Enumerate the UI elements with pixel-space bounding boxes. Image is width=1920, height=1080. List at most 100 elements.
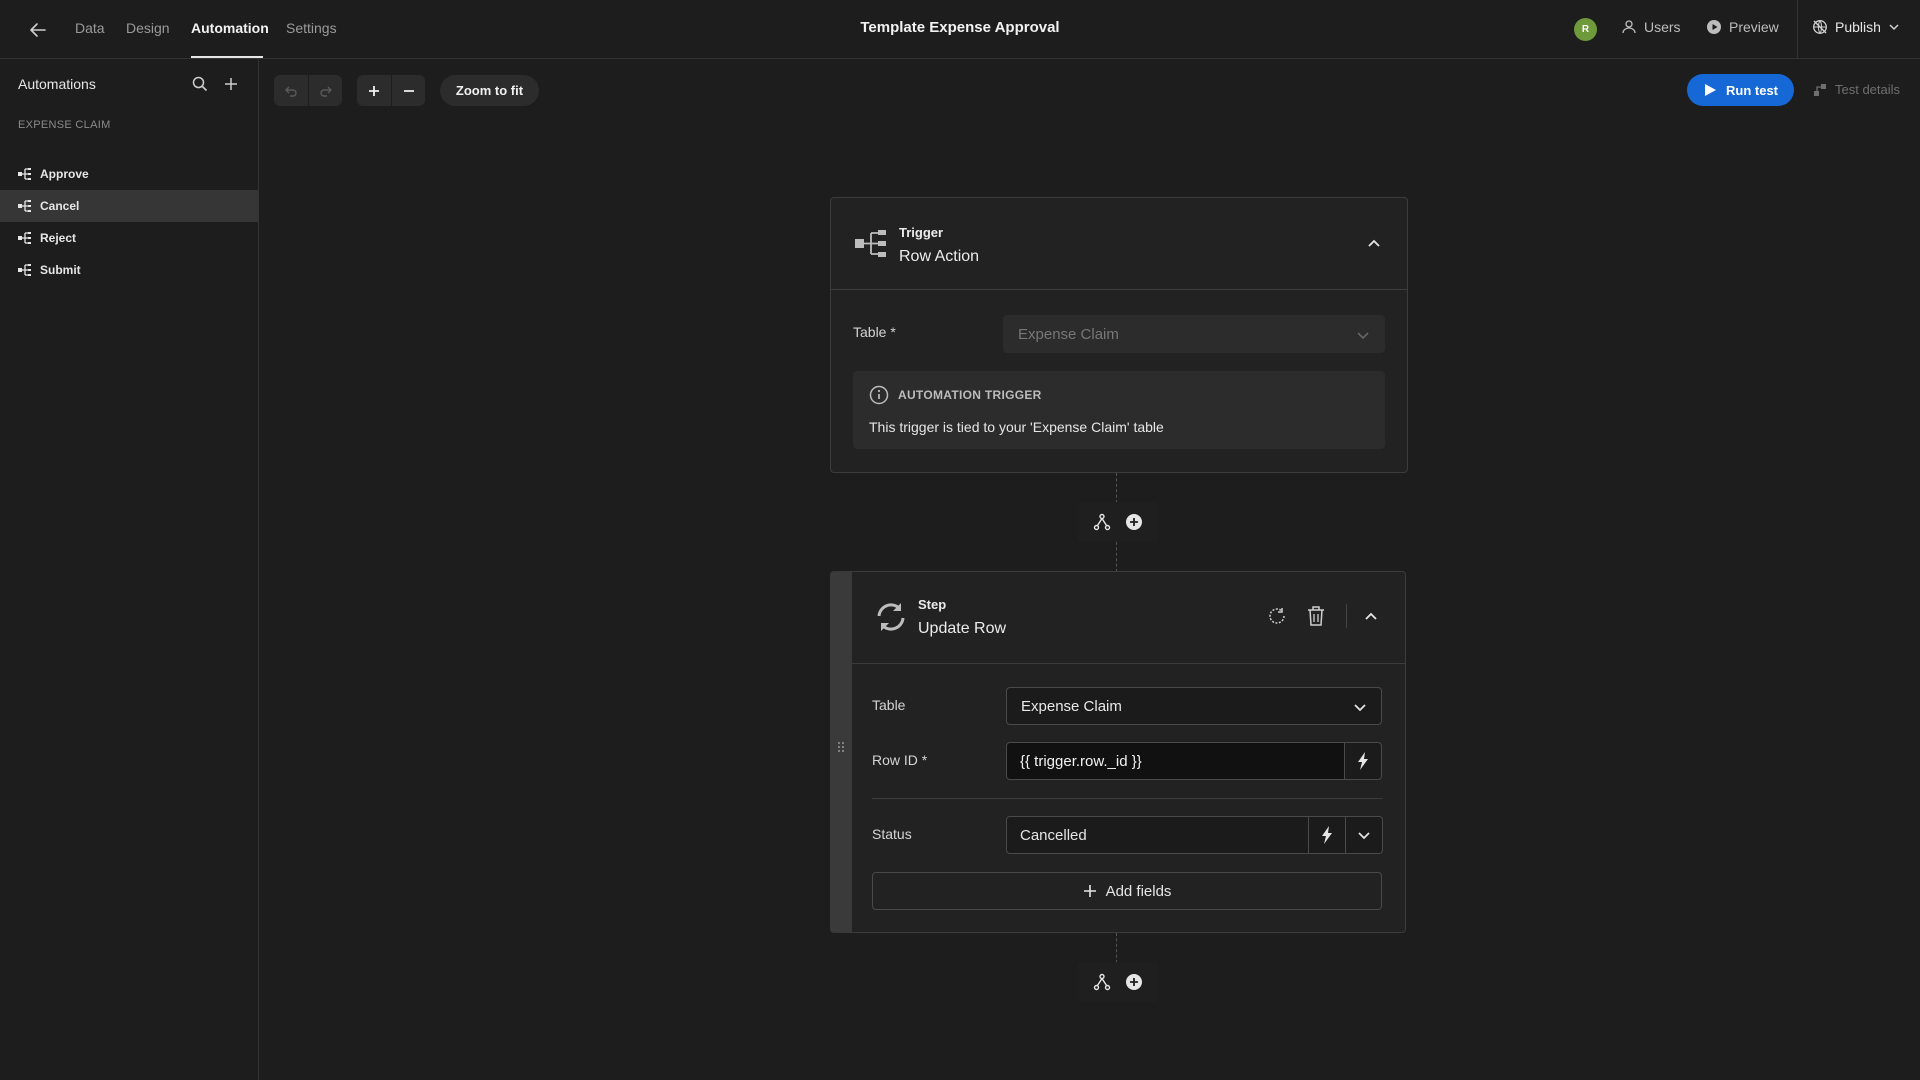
status-label: Status	[872, 826, 912, 842]
app-title: Template Expense Approval	[860, 19, 1060, 36]
sync-icon	[874, 600, 908, 634]
automation-flow-icon	[855, 230, 887, 258]
sidebar-title: Automations	[18, 76, 96, 92]
step-title: Update Row	[918, 620, 1007, 637]
test-details-label: Test details	[1835, 82, 1901, 97]
avatar[interactable]: R	[1574, 18, 1597, 41]
users-button[interactable]: Users	[1621, 19, 1681, 35]
search-icon[interactable]	[191, 75, 209, 93]
connector-line	[1116, 933, 1117, 963]
play-icon	[1703, 83, 1717, 97]
refresh-icon[interactable]	[1266, 605, 1288, 627]
flow-arrow-icon	[1813, 83, 1827, 97]
chevron-down-icon	[1353, 700, 1367, 714]
status-select[interactable]: Cancelled	[1006, 816, 1309, 854]
history-controls	[274, 75, 342, 106]
step-table-select[interactable]: Expense Claim	[1006, 687, 1382, 725]
run-test-label: Run test	[1726, 82, 1778, 98]
row-id-input[interactable]: {{ trigger.row._id }}	[1006, 742, 1345, 780]
tab-automation[interactable]: Automation	[191, 20, 269, 36]
step-kicker: Step	[918, 597, 947, 612]
bind-value-button[interactable]	[1344, 742, 1382, 780]
lightning-icon	[1357, 752, 1369, 770]
publish-label: Publish	[1835, 19, 1881, 35]
trigger-card: Trigger Row Action Table * Expense Claim…	[830, 197, 1408, 473]
sidebar-item-approve[interactable]: Approve	[0, 158, 258, 190]
trigger-kicker: Trigger	[899, 225, 944, 240]
node-actions	[1078, 962, 1158, 1002]
automation-flow-icon	[18, 232, 32, 244]
lightning-icon	[1321, 826, 1333, 844]
add-step-icon[interactable]	[1124, 972, 1144, 992]
redo-icon[interactable]	[308, 75, 342, 106]
row-id-label: Row ID *	[872, 752, 928, 768]
add-automation-icon[interactable]	[222, 75, 240, 93]
preview-label: Preview	[1729, 19, 1779, 35]
sidebar-item-label: Approve	[40, 167, 89, 181]
bind-value-button[interactable]	[1308, 816, 1346, 854]
fields-divider	[872, 798, 1382, 799]
zoom-in-icon[interactable]	[357, 75, 391, 106]
tab-design[interactable]: Design	[126, 20, 170, 36]
automation-trigger-info: AUTOMATION TRIGGER This trigger is tied …	[853, 371, 1385, 449]
chevron-down-icon	[1356, 328, 1370, 342]
sidebar-item-label: Reject	[40, 231, 77, 245]
info-title: AUTOMATION TRIGGER	[898, 388, 1042, 402]
sidebar-item-label: Cancel	[40, 199, 80, 213]
add-fields-button[interactable]: Add fields	[872, 872, 1382, 910]
trigger-table-select[interactable]: Expense Claim	[1003, 315, 1385, 353]
trigger-card-header[interactable]: Trigger Row Action	[831, 198, 1407, 290]
sidebar-item-reject[interactable]: Reject	[0, 222, 258, 254]
tab-settings[interactable]: Settings	[286, 20, 337, 36]
chevron-up-icon[interactable]	[1367, 236, 1381, 250]
trigger-title: Row Action	[899, 248, 980, 265]
info-icon	[869, 385, 889, 405]
active-tab-indicator	[191, 56, 263, 58]
sidebar: Automations EXPENSE CLAIM Approve Cancel…	[0, 59, 259, 1080]
chevron-down-icon	[1888, 21, 1900, 33]
zoom-out-icon[interactable]	[391, 75, 425, 106]
zoom-to-fit-button[interactable]: Zoom to fit	[440, 75, 539, 106]
chevron-up-icon[interactable]	[1364, 609, 1378, 623]
add-step-icon[interactable]	[1124, 512, 1144, 532]
back-arrow-icon[interactable]	[26, 18, 50, 42]
header-divider	[1346, 604, 1347, 628]
users-label: Users	[1644, 19, 1681, 35]
test-details-button[interactable]: Test details	[1813, 82, 1900, 97]
sidebar-item-cancel[interactable]: Cancel	[0, 190, 258, 222]
automation-flow-icon	[18, 264, 32, 276]
select-value: Expense Claim	[1018, 325, 1119, 343]
connector-line	[1116, 473, 1117, 503]
tab-data[interactable]: Data	[75, 20, 105, 36]
node-actions	[1078, 502, 1158, 542]
select-value: Expense Claim	[1021, 697, 1122, 715]
top-divider	[1797, 0, 1798, 59]
trash-icon[interactable]	[1306, 605, 1326, 627]
table-label: Table *	[853, 324, 896, 340]
chevron-down-icon	[1357, 828, 1371, 842]
step-card-header[interactable]: Step Update Row	[852, 572, 1405, 664]
add-fields-label: Add fields	[1105, 882, 1172, 900]
preview-button[interactable]: Preview	[1706, 19, 1779, 35]
table-label: Table	[872, 697, 906, 713]
status-dropdown-button[interactable]	[1345, 816, 1383, 854]
publish-button[interactable]: Publish	[1812, 19, 1900, 35]
drag-handle-icon[interactable]	[836, 740, 846, 756]
branch-icon[interactable]	[1092, 512, 1112, 532]
top-bar: Data Design Automation Settings Template…	[0, 0, 1920, 59]
branch-icon[interactable]	[1092, 972, 1112, 992]
automation-flow-icon	[18, 168, 32, 180]
sidebar-section-header: EXPENSE CLAIM	[18, 119, 111, 131]
automation-flow-icon	[18, 200, 32, 212]
undo-icon[interactable]	[274, 75, 308, 106]
plus-icon	[1083, 884, 1097, 898]
zoom-controls	[357, 75, 425, 106]
info-text: This trigger is tied to your 'Expense Cl…	[869, 419, 1164, 435]
connector-line	[1116, 542, 1117, 572]
sidebar-item-submit[interactable]: Submit	[0, 254, 258, 286]
play-circle-icon	[1706, 19, 1722, 35]
users-icon	[1621, 19, 1637, 35]
step-card: Step Update Row Table Expense Claim Row …	[830, 571, 1406, 933]
run-test-button[interactable]: Run test	[1687, 74, 1794, 106]
sidebar-item-label: Submit	[40, 263, 81, 277]
